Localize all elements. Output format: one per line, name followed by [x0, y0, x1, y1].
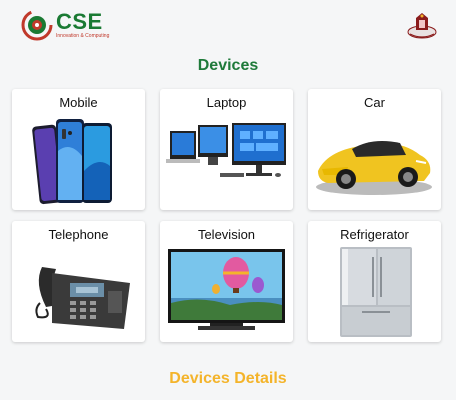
institution-emblem-icon [407, 13, 437, 39]
desk-telephone-image [35, 267, 130, 329]
device-card-television[interactable]: Television [160, 221, 293, 342]
television-image [168, 249, 285, 330]
device-card-mobile[interactable]: Mobile [12, 89, 145, 210]
device-card-telephone[interactable]: Telephone [12, 221, 145, 342]
sports-car-image [316, 141, 432, 195]
device-card-label: Telephone [48, 227, 109, 242]
device-card-label: Television [197, 227, 256, 242]
device-card-car[interactable]: Car [308, 89, 441, 210]
device-card-label: Car [364, 95, 385, 110]
devices-section-title: Devices [197, 57, 259, 74]
brand-tagline: Innovation & Computing [56, 33, 110, 39]
device-card-refrigerator[interactable]: Refrigerator [308, 221, 441, 342]
laptop-monitors-image [166, 123, 286, 177]
refrigerator-image [340, 247, 412, 337]
brand-logo[interactable]: CSE Innovation & Computing [20, 8, 109, 42]
devices-details-title: Devices Details [169, 370, 287, 387]
mobile-phones-image [32, 119, 112, 205]
device-card-label: Laptop [206, 95, 247, 110]
device-card-laptop[interactable]: Laptop [160, 89, 293, 210]
device-card-label: Refrigerator [340, 227, 409, 242]
header: CSE Innovation & Computing [0, 0, 456, 50]
cse-logo-icon [21, 9, 53, 41]
device-card-label: Mobile [59, 95, 98, 110]
brand-name: CSE [56, 9, 103, 34]
